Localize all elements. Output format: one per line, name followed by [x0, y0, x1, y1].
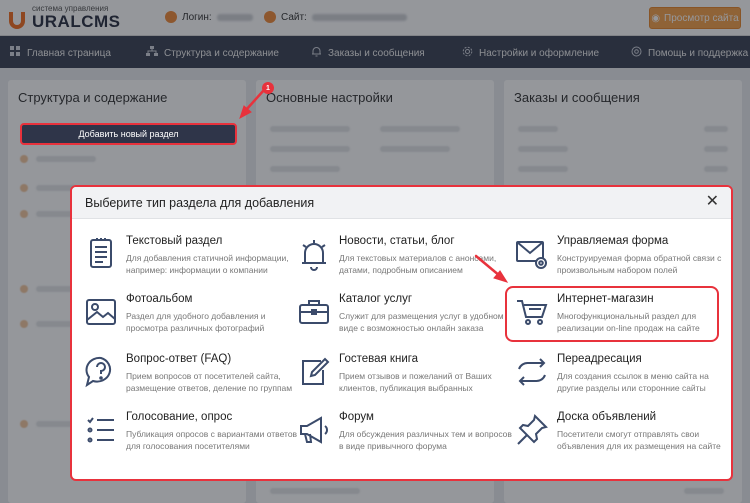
annotation-arrows [239, 88, 509, 283]
